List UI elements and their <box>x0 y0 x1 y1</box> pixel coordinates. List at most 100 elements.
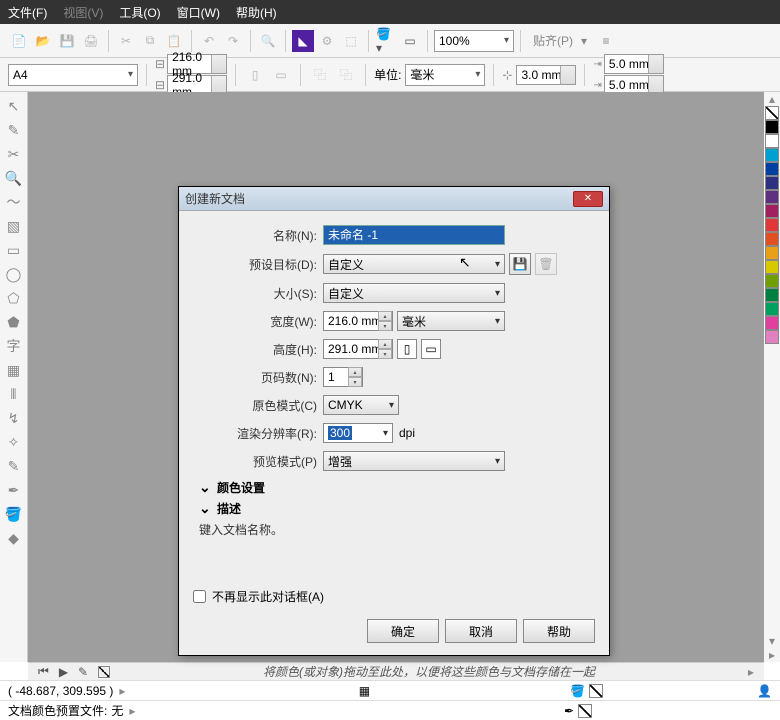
description-toggle[interactable]: 描述 <box>199 500 595 517</box>
color-swatch-1[interactable] <box>765 134 779 148</box>
coords-more-icon[interactable]: ▸ <box>119 684 125 698</box>
outline-tool-icon[interactable]: ✒ <box>4 480 24 500</box>
color-swatch-3[interactable] <box>765 162 779 176</box>
color-swatch-5[interactable] <box>765 190 779 204</box>
color-swatch-0[interactable] <box>765 120 779 134</box>
zoom-dropdown[interactable]: 100% <box>434 30 514 52</box>
print-icon: 🖨 <box>80 30 102 52</box>
color-swatch-2[interactable] <box>765 148 779 162</box>
no-show-checkbox[interactable] <box>193 590 206 603</box>
color-swatch-11[interactable] <box>765 274 779 288</box>
palette-more-icon[interactable]: ▸ <box>764 648 780 662</box>
dlandscape-icon[interactable]: ▭ <box>421 339 441 359</box>
color-swatch-15[interactable] <box>765 330 779 344</box>
nav-none-swatch[interactable] <box>98 666 110 678</box>
effects-tool-icon[interactable]: ✧ <box>4 432 24 452</box>
dportrait-icon[interactable]: ▯ <box>397 339 417 359</box>
status-color-icon[interactable]: ▦ <box>359 684 370 698</box>
color-swatch-6[interactable] <box>765 204 779 218</box>
text-tool-icon[interactable]: 字 <box>4 336 24 356</box>
nav-play-icon[interactable]: ▶ <box>59 665 68 679</box>
menu-help[interactable]: 帮助(H) <box>236 4 277 21</box>
color-swatch-13[interactable] <box>765 302 779 316</box>
palette-down-icon[interactable]: ▾ <box>764 634 780 648</box>
fill-tool-icon[interactable]: 🪣 <box>4 504 24 524</box>
page-navigator: ⏮ ▶ ✎ 将颜色(或对象)拖动至此处，以便将这些颜色与文档存储在一起 ▸ <box>28 662 764 680</box>
size-dropdown[interactable]: 自定义 <box>323 283 505 303</box>
color-swatch-14[interactable] <box>765 316 779 330</box>
freehand-tool-icon[interactable]: ～ <box>4 192 24 212</box>
color-swatch-7[interactable] <box>765 218 779 232</box>
profile-more-icon[interactable]: ▸ <box>129 704 135 718</box>
help-button[interactable]: 帮助 <box>523 619 595 643</box>
ellipse-tool-icon[interactable]: ◯ <box>4 264 24 284</box>
cancel-button[interactable]: 取消 <box>445 619 517 643</box>
width-label: 宽度(W): <box>193 313 323 330</box>
crop-tool-icon[interactable]: ✂ <box>4 144 24 164</box>
nav-eyedrop-icon[interactable]: ✎ <box>78 665 88 679</box>
no-outline-swatch[interactable] <box>578 704 592 718</box>
connector-tool-icon[interactable]: ↯ <box>4 408 24 428</box>
menu-file[interactable]: 文件(F) <box>8 4 47 21</box>
options-icon[interactable]: ≡ <box>595 30 617 52</box>
open-icon[interactable]: 📂 <box>32 30 54 52</box>
dialog-titlebar[interactable]: 创建新文档 ✕ <box>179 187 609 211</box>
pick-tool-icon[interactable]: ↖ <box>4 96 24 116</box>
size-label: 大小(S): <box>193 285 323 302</box>
outline-icon[interactable]: ▭ <box>399 30 421 52</box>
tool-b-icon: ⚙ <box>316 30 338 52</box>
unit-dropdown[interactable]: 毫米 <box>405 64 485 86</box>
menu-window[interactable]: 窗口(W) <box>177 4 220 21</box>
color-swatch-12[interactable] <box>765 288 779 302</box>
snap-label[interactable]: 贴齐(P) <box>527 32 579 49</box>
dwidth-input[interactable]: 216.0 mm▴▾ <box>323 311 393 331</box>
pages-a-icon: ⿻ <box>309 64 331 86</box>
pages-input[interactable]: 1▴▾ <box>323 367 363 387</box>
color-swatch-4[interactable] <box>765 176 779 190</box>
shape-basic-icon[interactable]: ⬟ <box>4 312 24 332</box>
resolution-dropdown[interactable]: 300 <box>323 423 393 443</box>
portrait-icon: ▯ <box>244 64 266 86</box>
interactive-fill-icon[interactable]: ◆ <box>4 528 24 548</box>
rectangle-tool-icon[interactable]: ▭ <box>4 240 24 260</box>
menu-tools[interactable]: 工具(O) <box>119 4 160 21</box>
hint-text: 将颜色(或对象)拖动至此处，以便将这些颜色与文档存储在一起 <box>120 663 738 680</box>
ok-button[interactable]: 确定 <box>367 619 439 643</box>
table-tool-icon[interactable]: ▦ <box>4 360 24 380</box>
user-icon[interactable]: 👤 <box>757 684 772 698</box>
no-fill-swatch[interactable] <box>589 684 603 698</box>
name-input[interactable]: 未命名 -1 <box>323 225 505 245</box>
close-icon[interactable]: ✕ <box>573 191 603 207</box>
new-icon[interactable]: 📄 <box>8 30 30 52</box>
color-swatch-10[interactable] <box>765 260 779 274</box>
page-size-dropdown[interactable]: A4 <box>8 64 138 86</box>
width-unit-dropdown[interactable]: 毫米 <box>397 311 505 331</box>
smart-fill-icon[interactable]: ▧ <box>4 216 24 236</box>
description-text: 键入文档名称。 <box>199 521 595 538</box>
color-swatch-9[interactable] <box>765 246 779 260</box>
dimension-tool-icon[interactable]: ⫴ <box>4 384 24 404</box>
color-swatch-8[interactable] <box>765 232 779 246</box>
palette-up-icon[interactable]: ▴ <box>764 92 780 106</box>
tool-a-icon[interactable]: ◣ <box>292 30 314 52</box>
save-preset-icon[interactable]: 💾 <box>509 253 531 275</box>
eyedropper-tool-icon[interactable]: ✎ <box>4 456 24 476</box>
paint-bucket-icon[interactable]: 🪣 <box>570 684 585 698</box>
scroll-right-icon[interactable]: ▸ <box>748 665 754 679</box>
preset-dropdown[interactable]: 自定义 <box>323 254 505 274</box>
nudge-input[interactable]: 3.0 mm <box>516 65 576 85</box>
fill-icon[interactable]: 🪣▾ <box>375 30 397 52</box>
copy-icon: ⧉ <box>139 30 161 52</box>
polygon-tool-icon[interactable]: ⬠ <box>4 288 24 308</box>
preview-dropdown[interactable]: 增强 <box>323 451 505 471</box>
pen-nib-icon[interactable]: ✒ <box>564 704 574 718</box>
dheight-input[interactable]: 291.0 mm▴▾ <box>323 339 393 359</box>
shape-tool-icon[interactable]: ✎ <box>4 120 24 140</box>
nav-first-icon[interactable]: ⏮ <box>38 664 49 679</box>
dup-x-input[interactable]: 5.0 mm <box>604 54 664 74</box>
zoom-tool-icon[interactable]: 🔍 <box>4 168 24 188</box>
colormode-dropdown[interactable]: CMYK <box>323 395 399 415</box>
unit-label: 单位: <box>374 66 401 83</box>
no-color-swatch[interactable] <box>765 106 779 120</box>
color-settings-toggle[interactable]: 颜色设置 <box>199 479 595 496</box>
